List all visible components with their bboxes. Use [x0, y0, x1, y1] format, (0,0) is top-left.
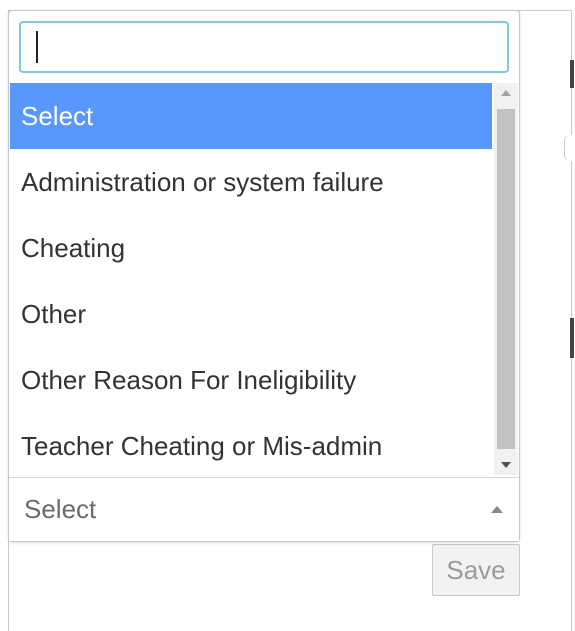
- option-administration-or-system-failure[interactable]: Administration or system failure: [10, 149, 492, 215]
- page: Save Select Administration or system fai…: [0, 0, 575, 631]
- search-input[interactable]: [19, 21, 509, 73]
- scrollbar-thumb[interactable]: [497, 109, 515, 449]
- option-select[interactable]: Select: [10, 83, 492, 149]
- scroll-down-arrow-icon[interactable]: [494, 455, 518, 475]
- option-other[interactable]: Other: [10, 281, 492, 347]
- select-current-value: Select: [24, 494, 97, 524]
- reason-select[interactable]: Select: [9, 477, 519, 541]
- text-cursor: [36, 31, 38, 63]
- chevron-up-icon: [491, 506, 503, 513]
- scroll-up-arrow-icon[interactable]: [494, 83, 518, 103]
- options-scrollbar[interactable]: [494, 83, 518, 475]
- option-teacher-cheating-or-mis-admin[interactable]: Teacher Cheating or Mis-admin: [10, 413, 492, 475]
- option-cheating[interactable]: Cheating: [10, 215, 492, 281]
- dropdown-popup: Select Administration or system failure …: [8, 10, 520, 542]
- options-list: Select Administration or system failure …: [10, 83, 492, 475]
- panel-edge-marks: [566, 0, 575, 631]
- search-field-wrapper: [19, 21, 509, 73]
- option-other-reason-for-ineligibility[interactable]: Other Reason For Ineligibility: [10, 347, 492, 413]
- save-button[interactable]: Save: [432, 544, 520, 596]
